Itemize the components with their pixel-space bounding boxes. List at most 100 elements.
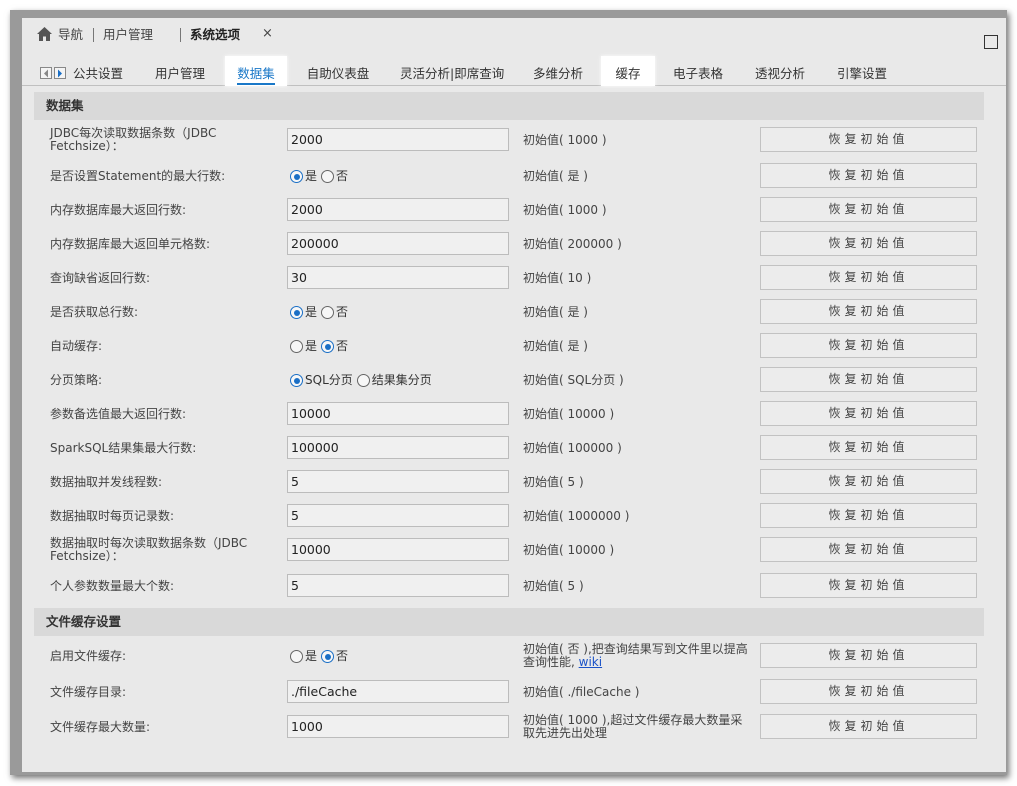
setting-input[interactable]: ./fileCache [287, 680, 509, 703]
setting-label: 数据抽取并发线程数: [50, 475, 163, 489]
maximize-icon[interactable] [984, 35, 998, 49]
tab-pivot-analysis[interactable]: 透视分析 [754, 56, 806, 86]
radio-button[interactable] [290, 650, 303, 663]
setting-row: 启用文件缓存: 是否初始值( 否 ),把查询结果写到文件里以提高查询性能, wik… [34, 642, 984, 670]
home-icon[interactable] [36, 26, 53, 42]
initial-value-label: 初始值( 1000 ),超过文件缓存最大数量采取先进先出处理 [523, 713, 743, 740]
setting-input[interactable]: 100000 [287, 436, 509, 459]
radio-button[interactable] [356, 374, 370, 387]
setting-input[interactable]: 10000 [287, 538, 509, 561]
tab-engine-settings[interactable]: 引擎设置 [836, 56, 888, 86]
nav-breadcrumb-bar: 导航 用户管理 系统选项 × [22, 18, 1006, 52]
tab-multidim-analysis[interactable]: 多维分析 [532, 56, 584, 86]
restore-default-button[interactable]: 恢复初始值 [760, 573, 977, 598]
section-header-file-cache: 文件缓存设置 [34, 608, 984, 636]
restore-default-button[interactable]: 恢复初始值 [760, 503, 977, 528]
radio-option-label: 是 [305, 339, 318, 353]
nav-user-mgmt-link[interactable]: 用户管理 [103, 26, 153, 44]
initial-value-text: 初始值( SQL分页 ) [523, 374, 753, 387]
initial-value-text: 初始值( 100000 ) [523, 442, 753, 455]
setting-input[interactable]: 10000 [287, 402, 509, 425]
setting-radio-group: 是否 [290, 649, 352, 663]
setting-row: 文件缓存最大数量: 1000 初始值( 1000 ),超过文件缓存最大数量采取先进先… [34, 713, 984, 741]
setting-label: 文件缓存最大数量: [50, 720, 151, 734]
setting-radio-group: 是否 [290, 169, 352, 183]
initial-value-label: 初始值( 1000 ) [523, 133, 607, 147]
tab-public-settings[interactable]: 公共设置 [72, 56, 124, 86]
setting-row: 自动缓存: 是否初始值( 是 ) 恢复初始值 [34, 332, 984, 360]
initial-value-label: 初始值( 10000 ) [523, 543, 615, 557]
initial-value-text: 初始值( ./fileCache ) [523, 686, 753, 699]
nav-separator [180, 28, 181, 42]
initial-value-text: 初始值( 是 ) [523, 170, 753, 183]
initial-value-label: 初始值( 是 ) [523, 305, 588, 319]
radio-option-label: 是 [305, 305, 318, 319]
initial-value-text: 初始值( 5 ) [523, 476, 753, 489]
dialog-frame: 导航 用户管理 系统选项 × 公共设置 用户管理 数据集 自助仪表盘 灵活分析|… [10, 10, 1007, 775]
restore-default-button[interactable]: 恢复初始值 [760, 714, 977, 739]
tab-user-mgmt[interactable]: 用户管理 [154, 56, 206, 86]
nav-home-link[interactable]: 导航 [58, 26, 83, 44]
radio-button[interactable] [321, 650, 335, 663]
close-tab-icon[interactable]: × [262, 26, 273, 41]
setting-input[interactable]: 5 [287, 504, 509, 527]
setting-radio-group: SQL分页 结果集分页 [290, 373, 436, 387]
tab-flexible-analysis[interactable]: 灵活分析|即席查询 [400, 56, 504, 86]
initial-value-text: 初始值( 1000 ) [523, 134, 753, 147]
radio-button[interactable] [290, 374, 303, 387]
restore-default-button[interactable]: 恢复初始值 [760, 401, 977, 426]
restore-default-button[interactable]: 恢复初始值 [760, 469, 977, 494]
initial-value-label: 初始值( 是 ) [523, 169, 588, 183]
radio-option-label: 否 [336, 169, 349, 183]
radio-button[interactable] [290, 170, 303, 183]
setting-label: 数据抽取时每次读取数据条数（JDBC Fetchsize）： [50, 536, 248, 563]
restore-default-button[interactable]: 恢复初始值 [760, 367, 977, 392]
setting-row: 文件缓存目录: ./fileCache 初始值( ./fileCache ) 恢复初始… [34, 678, 984, 706]
setting-label: 个人参数数量最大个数: [50, 579, 175, 593]
scroll-left-icon[interactable] [40, 67, 52, 79]
restore-default-button[interactable]: 恢复初始值 [760, 231, 977, 256]
radio-button[interactable] [321, 306, 335, 319]
restore-default-button[interactable]: 恢复初始值 [760, 679, 977, 704]
restore-default-button[interactable]: 恢复初始值 [760, 127, 977, 152]
setting-input[interactable]: 200000 [287, 232, 509, 255]
setting-row: 数据抽取时每次读取数据条数（JDBC Fetchsize）： 10000 初始值( … [34, 536, 984, 564]
setting-input[interactable]: 5 [287, 574, 509, 597]
restore-default-button[interactable]: 恢复初始值 [760, 299, 977, 324]
restore-default-button[interactable]: 恢复初始值 [760, 197, 977, 222]
setting-input[interactable]: 1000 [287, 715, 509, 738]
initial-value-text: 初始值( 是 ) [523, 340, 753, 353]
setting-radio-group: 是否 [290, 305, 352, 319]
tab-dashboard[interactable]: 自助仪表盘 [306, 56, 370, 86]
initial-value-label: 初始值( 1000 ) [523, 203, 607, 217]
initial-value-text: 初始值( 1000 ) [523, 204, 753, 217]
tab-spreadsheet[interactable]: 电子表格 [672, 56, 724, 86]
initial-value-label: 初始值( ./fileCache ) [523, 685, 640, 699]
restore-default-button[interactable]: 恢复初始值 [760, 435, 977, 460]
setting-radio-group: 是否 [290, 339, 352, 353]
nav-system-options-tab[interactable]: 系统选项 [190, 26, 240, 44]
radio-button[interactable] [321, 170, 335, 183]
initial-value-label: 初始值( 1000000 ) [523, 509, 630, 523]
restore-default-button[interactable]: 恢复初始值 [760, 163, 977, 188]
radio-button[interactable] [290, 340, 303, 353]
scroll-right-icon[interactable] [54, 67, 66, 79]
radio-button[interactable] [321, 340, 335, 353]
setting-row: 查询缺省返回行数: 30 初始值( 10 ) 恢复初始值 [34, 264, 984, 292]
setting-input[interactable]: 30 [287, 266, 509, 289]
setting-input[interactable]: 2000 [287, 128, 509, 151]
restore-default-button[interactable]: 恢复初始值 [760, 537, 977, 562]
restore-default-button[interactable]: 恢复初始值 [760, 643, 977, 668]
setting-row: 内存数据库最大返回单元格数: 200000 初始值( 200000 ) 恢复初始值 [34, 230, 984, 258]
wiki-link[interactable]: wiki [579, 655, 602, 669]
setting-input[interactable]: 2000 [287, 198, 509, 221]
setting-input[interactable]: 5 [287, 470, 509, 493]
radio-option-label: 否 [336, 305, 349, 319]
initial-value-text: 初始值( 1000000 ) [523, 510, 753, 523]
radio-button[interactable] [290, 306, 303, 319]
tab-cache[interactable]: 缓存 [601, 56, 655, 86]
initial-value-label: 初始值( SQL分页 ) [523, 373, 624, 387]
restore-default-button[interactable]: 恢复初始值 [760, 265, 977, 290]
tab-dataset[interactable]: 数据集 [225, 56, 287, 86]
restore-default-button[interactable]: 恢复初始值 [760, 333, 977, 358]
